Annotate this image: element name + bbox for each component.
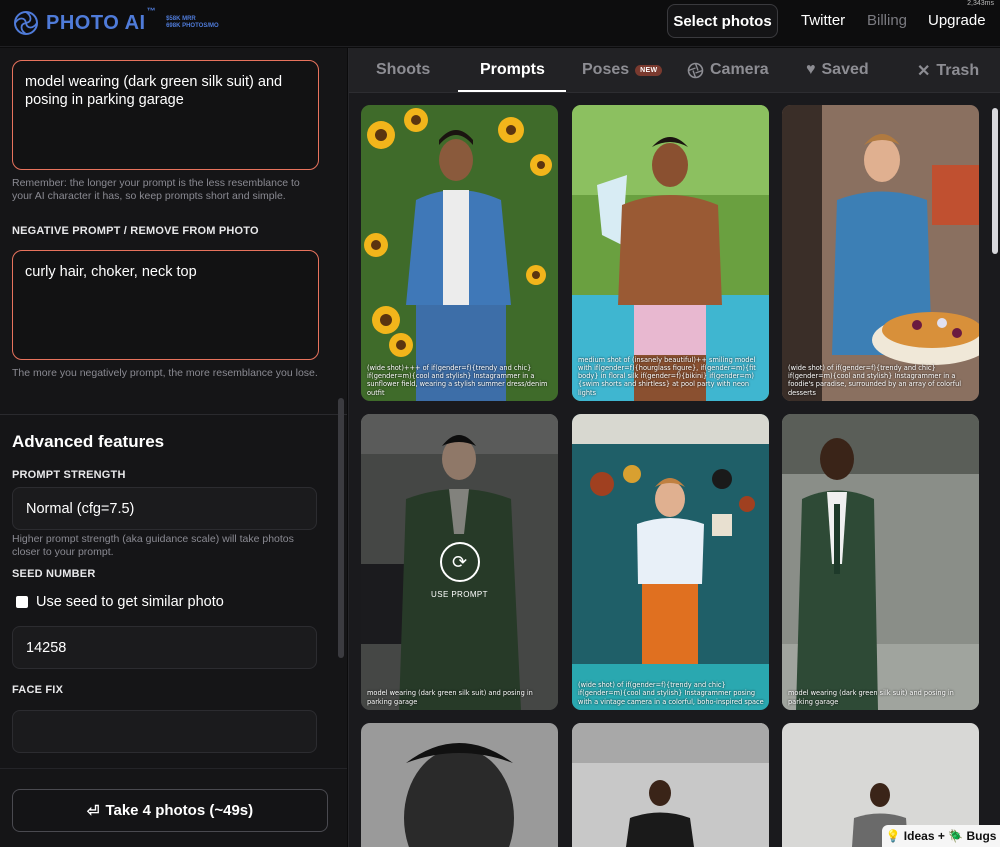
seed-checkbox-label: Use seed to get similar photo [36, 594, 224, 610]
bw-portrait-photo [361, 723, 558, 847]
tab-camera[interactable]: Camera [687, 61, 769, 79]
logo[interactable]: PHOTO AI™ $58K MRR 698K PHOTOS/MO [12, 5, 219, 37]
seed-checkbox[interactable] [16, 596, 28, 608]
card-caption: model wearing (dark green silk suit) and… [788, 689, 954, 706]
prompt-textarea[interactable]: model wearing (dark green silk suit) and… [12, 60, 319, 170]
take-photos-label: Take 4 photos (~49s) [105, 802, 254, 819]
billing-link[interactable]: Billing [867, 12, 907, 29]
negative-prompt-textarea[interactable]: curly hair, choker, neck top [12, 250, 319, 360]
upgrade-link[interactable]: Upgrade [928, 12, 986, 29]
sidebar-scrollbar[interactable] [338, 398, 344, 658]
prompt-card[interactable]: (wide shot)+++ of if(gender=f){trendy an… [361, 105, 558, 401]
heart-icon: ♥ [806, 61, 816, 78]
card-caption: (wide shot) of if(gender=f){trendy and c… [788, 363, 962, 397]
divider [0, 414, 347, 415]
tab-poses[interactable]: Poses NEW [582, 61, 663, 79]
use-prompt-overlay[interactable]: ⟳ USE PROMPT [361, 542, 558, 599]
logo-text: PHOTO AI™ [46, 5, 157, 34]
face-fix-input[interactable] [12, 710, 317, 753]
seed-number-input[interactable]: 14258 [12, 626, 317, 669]
negative-help-text: The more you negatively prompt, the more… [12, 367, 318, 379]
grid-scrollbar[interactable] [992, 108, 998, 254]
seed-number-label: SEED NUMBER [12, 568, 96, 580]
corner-count: 2,343ms [967, 0, 994, 7]
suit-wall-photo [572, 723, 769, 847]
tab-bar: Shoots Prompts Poses NEW Camera ♥ Saved ✕ T… [349, 48, 1000, 93]
close-icon: ✕ [917, 63, 931, 80]
card-caption: (wide shot) of if(gender=f){trendy and c… [578, 681, 764, 706]
prompt-help-text: Remember: the longer your prompt is the … [12, 177, 300, 202]
sunflower-photo [361, 105, 558, 401]
boho-camera-photo [572, 414, 769, 710]
prompt-strength-value: Normal (cfg=7.5) [26, 500, 135, 517]
tab-trash[interactable]: ✕ Trash [917, 61, 979, 81]
foodie-photo [782, 105, 979, 401]
logo-stats: $58K MRR 698K PHOTOS/MO [166, 16, 219, 30]
use-prompt-label: USE PROMPT [431, 590, 488, 599]
seed-number-value: 14258 [26, 639, 67, 656]
prompt-card[interactable] [361, 723, 558, 847]
return-icon: ⏎ [86, 802, 100, 820]
prompt-card[interactable]: medium shot of (insanely beautiful)++ sm… [572, 105, 769, 401]
twitter-link[interactable]: Twitter [801, 12, 845, 29]
prompt-card[interactable]: (wide shot) of if(gender=f){trendy and c… [572, 414, 769, 710]
prompt-card[interactable]: (wide shot) of if(gender=f){trendy and c… [782, 105, 979, 401]
aperture-icon [687, 62, 704, 78]
take-photos-button[interactable]: ⏎ Take 4 photos (~49s) [12, 789, 328, 832]
top-bar: PHOTO AI™ $58K MRR 698K PHOTOS/MO 2,343m… [0, 0, 1000, 47]
tab-shoots[interactable]: Shoots [376, 61, 430, 79]
prompt-card[interactable]: ⟳ USE PROMPT model wearing (dark green s… [361, 414, 558, 710]
prompt-card[interactable] [572, 723, 769, 847]
prompt-strength-select[interactable]: Normal (cfg=7.5) [12, 487, 317, 530]
select-photos-button[interactable]: Select photos [667, 4, 778, 38]
parking-garage-photo [782, 414, 979, 710]
card-caption: model wearing (dark green silk suit) and… [367, 689, 533, 706]
ideas-bugs-button[interactable]: 💡 Ideas + 🪲 Bugs [882, 825, 1000, 847]
card-caption: medium shot of (insanely beautiful)++ sm… [578, 355, 756, 397]
tab-prompts[interactable]: Prompts [480, 61, 545, 79]
stat-mrr: $58K MRR [166, 16, 196, 22]
seed-checkbox-row[interactable]: Use seed to get similar photo [16, 594, 224, 610]
negative-prompt-label: NEGATIVE PROMPT / REMOVE FROM PHOTO [12, 225, 259, 237]
sidebar: model wearing (dark green silk suit) and… [0, 48, 347, 847]
new-badge: NEW [635, 64, 663, 76]
tab-saved[interactable]: ♥ Saved [806, 61, 869, 79]
prompt-card[interactable]: model wearing (dark green silk suit) and… [782, 414, 979, 710]
aperture-logo-icon [14, 11, 38, 35]
active-tab-indicator [458, 90, 566, 92]
face-fix-label: FACE FIX [12, 684, 64, 696]
stat-photos: 698K PHOTOS/MO [166, 23, 219, 29]
prompt-strength-label: PROMPT STRENGTH [12, 469, 126, 481]
advanced-features-title: Advanced features [12, 432, 165, 451]
card-caption: (wide shot)+++ of if(gender=f){trendy an… [367, 363, 548, 397]
refresh-icon[interactable]: ⟳ [439, 542, 480, 582]
strength-help-text: Higher prompt strength (aka guidance sca… [12, 533, 294, 558]
